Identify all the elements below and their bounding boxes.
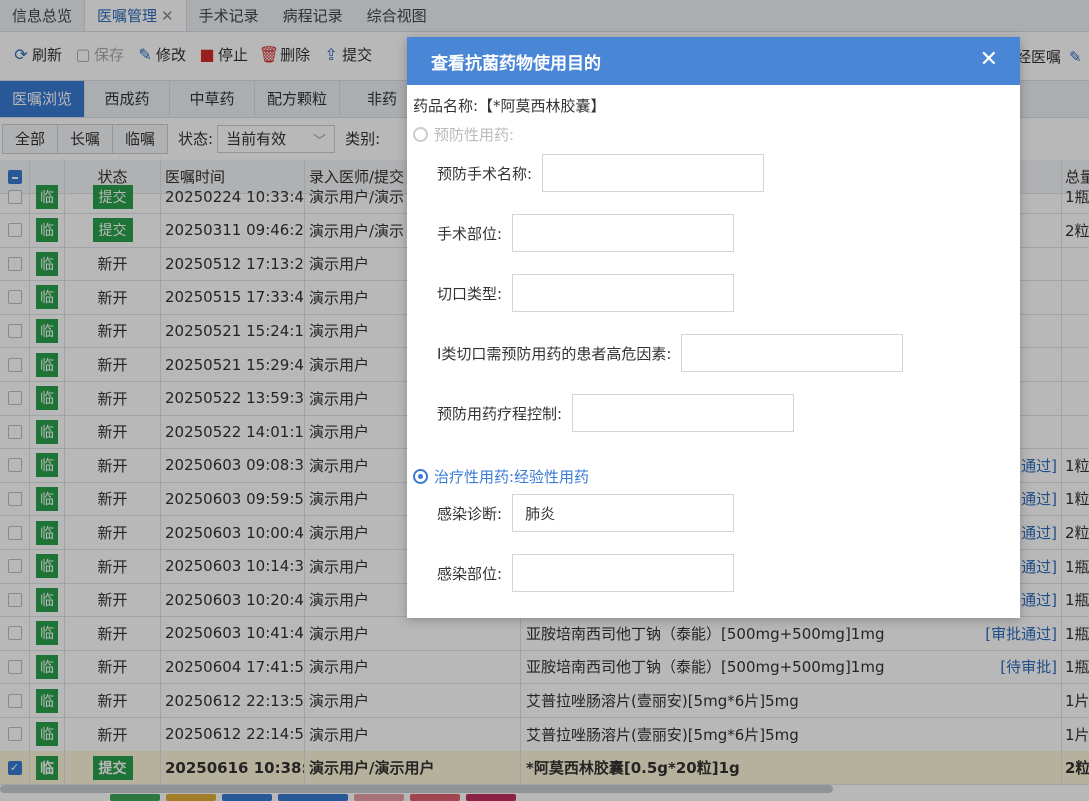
diagnosis-row: 感染诊断: 肺炎 [437,494,735,532]
prophylactic-label: 预防性用药: [434,126,515,144]
diagnosis-field[interactable]: 肺炎 [512,494,735,532]
diagnosis-label: 感染诊断: [437,504,503,523]
therapeutic-label: 治疗性用药:经验性用药 [434,468,590,486]
surgery-site-row: 手术部位: [437,214,735,252]
drug-name-label: 药品名称:【*阿莫西林胶囊】 [413,97,606,115]
course-control-field[interactable] [572,394,795,432]
course-control-label: 预防用药疗程控制: [437,404,563,423]
surgery-name-row: 预防手术名称: [437,154,765,192]
surgery-name-label: 预防手术名称: [437,164,533,183]
surgery-site-label: 手术部位: [437,224,503,243]
dialog-title: 查看抗菌药物使用目的 [431,53,601,74]
infection-site-label: 感染部位: [437,564,503,583]
risk-factor-field[interactable] [681,334,904,372]
dialog-body: 药品名称:【*阿莫西林胶囊】 预防性用药: 预防手术名称: 手术部位: 切口类型… [407,85,1020,618]
radio-icon [413,469,428,484]
prophylactic-radio[interactable]: 预防性用药: [413,124,514,145]
incision-type-row: 切口类型: [437,274,735,312]
infection-site-row: 感染部位: [437,554,735,592]
incision-type-field[interactable] [512,274,735,312]
antibiotic-purpose-dialog: 查看抗菌药物使用目的 ✕ 药品名称:【*阿莫西林胶囊】 预防性用药: 预防手术名… [407,37,1020,618]
risk-factor-row: Ⅰ类切口需预防用药的患者高危因素: [437,334,904,372]
surgery-name-field[interactable] [542,154,765,192]
infection-site-field[interactable] [512,554,735,592]
course-control-row: 预防用药疗程控制: [437,394,795,432]
risk-factor-label: Ⅰ类切口需预防用药的患者高危因素: [437,344,672,363]
therapeutic-radio[interactable]: 治疗性用药:经验性用药 [413,466,589,487]
incision-type-label: 切口类型: [437,284,503,303]
radio-icon [413,127,428,142]
surgery-site-field[interactable] [512,214,735,252]
close-icon[interactable]: ✕ [980,49,998,71]
dialog-header: 查看抗菌药物使用目的 ✕ [407,37,1020,85]
